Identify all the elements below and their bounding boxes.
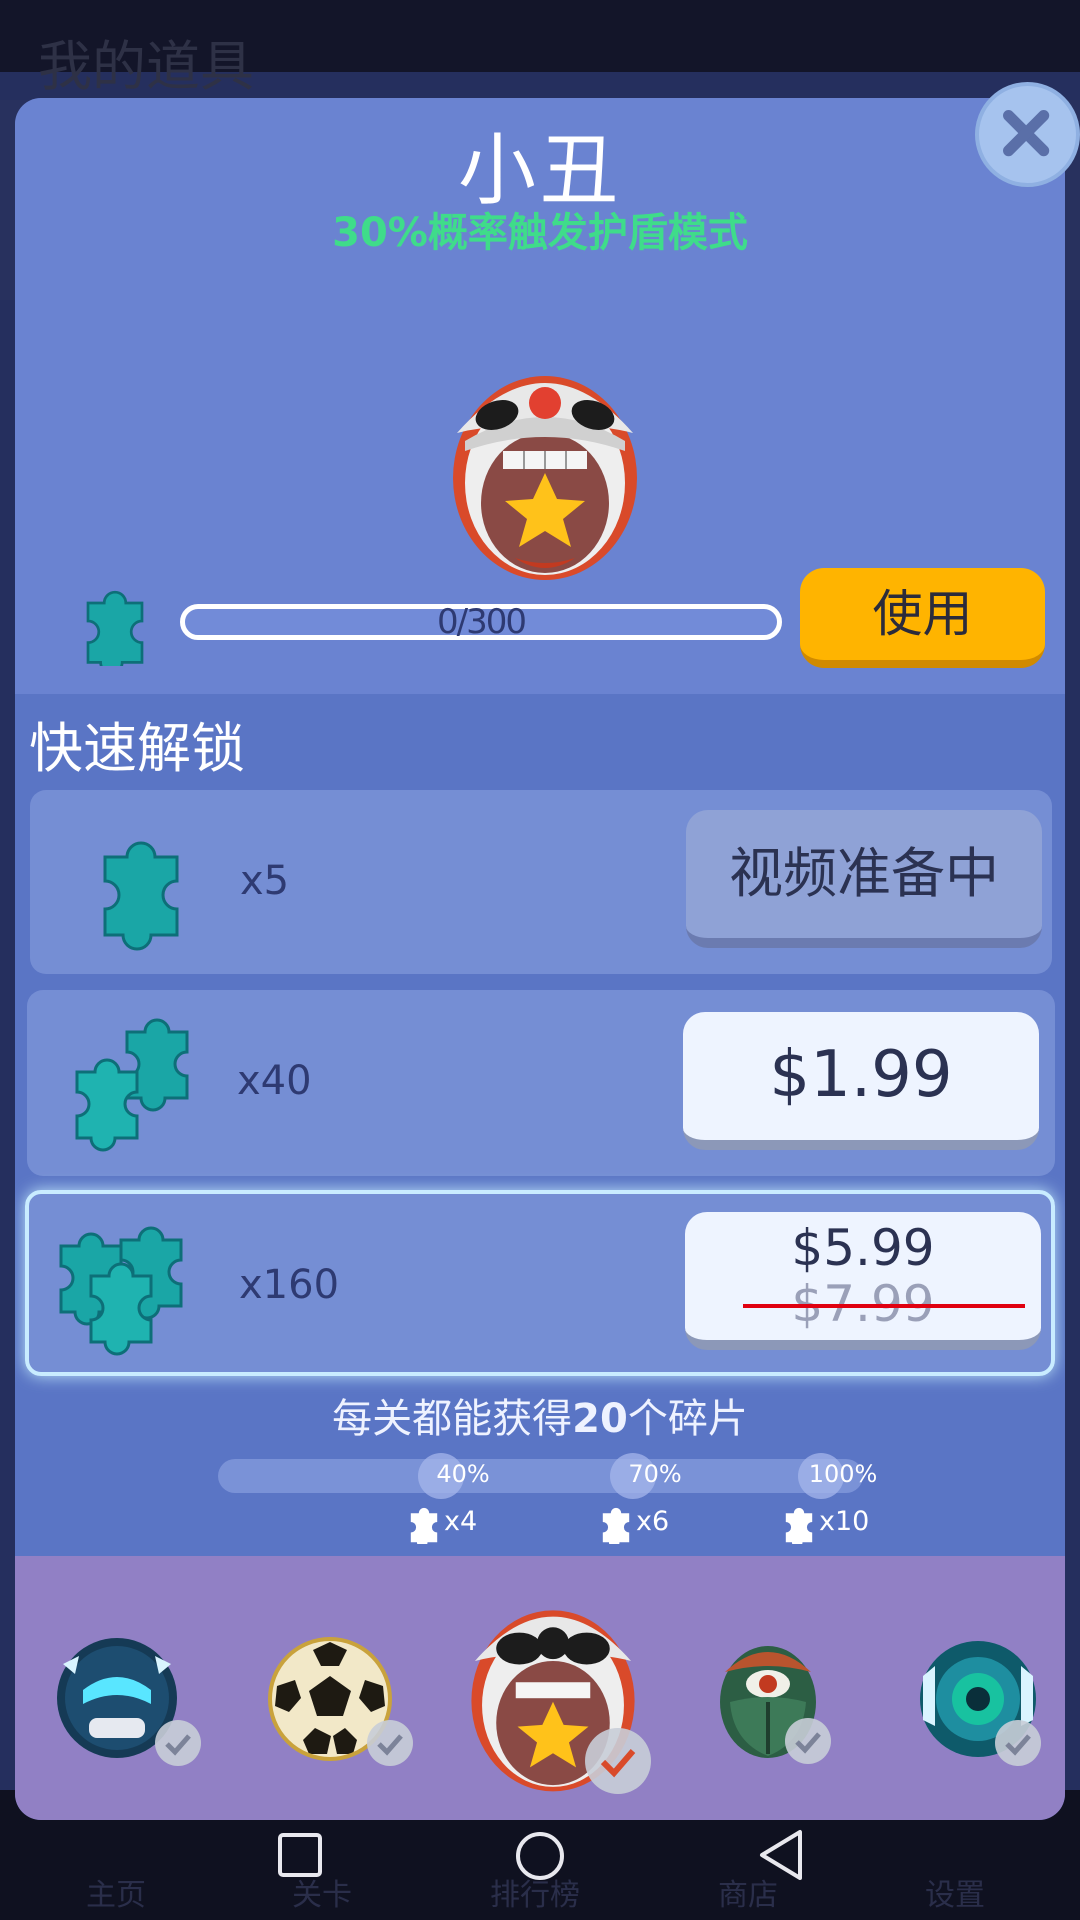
offer-quantity: x40 bbox=[237, 1058, 312, 1104]
sale-price: $5.99 bbox=[791, 1219, 935, 1277]
milestone-reward: x10 bbox=[777, 1500, 897, 1550]
clown-ball-preview bbox=[453, 376, 637, 580]
home-icon[interactable] bbox=[514, 1830, 566, 1882]
milestone-reward: x6 bbox=[594, 1500, 704, 1550]
puzzle-piece-icon bbox=[410, 1508, 438, 1544]
skin-soccer-ball[interactable] bbox=[267, 1636, 413, 1766]
bonus-count: 20 bbox=[572, 1396, 628, 1442]
selected-check-icon bbox=[585, 1728, 651, 1794]
skin-clown-ball-selected[interactable] bbox=[455, 1590, 651, 1794]
piece-progress-row: 0/300 使用 bbox=[70, 568, 1050, 678]
owned-check-icon bbox=[785, 1718, 831, 1764]
reward-quantity: x4 bbox=[444, 1506, 478, 1537]
owned-check-icon bbox=[995, 1720, 1041, 1766]
offer-quantity: x5 bbox=[240, 858, 290, 904]
close-icon bbox=[1003, 110, 1050, 157]
owned-check-icon bbox=[155, 1720, 201, 1766]
milestone-percent: 100% bbox=[808, 1460, 878, 1488]
offer-row-160: x160 $5.99 $7.99 bbox=[25, 1190, 1055, 1376]
reward-quantity: x6 bbox=[636, 1506, 670, 1537]
offer-row-40: x40 $1.99 bbox=[27, 990, 1055, 1176]
puzzle-piece-icon bbox=[86, 590, 144, 666]
skin-robot-ball[interactable] bbox=[53, 1634, 201, 1766]
puzzle-pieces-icon bbox=[75, 1018, 189, 1152]
close-button[interactable] bbox=[975, 82, 1080, 187]
bonus-text-suffix: 个碎片 bbox=[627, 1396, 748, 1442]
bonus-text-prefix: 每关都能获得 bbox=[332, 1396, 573, 1442]
offer-quantity: x160 bbox=[239, 1262, 340, 1308]
original-price: $7.99 bbox=[743, 1275, 1025, 1333]
buy-40-button[interactable]: $1.99 bbox=[683, 1012, 1039, 1150]
buy-160-button[interactable]: $5.99 $7.99 bbox=[685, 1212, 1041, 1350]
skin-scarab-ball[interactable] bbox=[705, 1632, 831, 1764]
milestone-percent: 40% bbox=[436, 1460, 490, 1488]
owned-check-icon bbox=[367, 1720, 413, 1766]
milestone-reward: x4 bbox=[402, 1500, 512, 1550]
skin-cyber-ball[interactable] bbox=[915, 1636, 1041, 1766]
quick-unlock-title: 快速解锁 bbox=[29, 717, 245, 780]
watch-video-button[interactable]: 视频准备中 bbox=[686, 810, 1042, 948]
skin-selector bbox=[15, 1556, 1065, 1820]
item-description: 30%概率触发护盾模式 bbox=[332, 210, 748, 256]
piece-progress-text: 0/300 bbox=[437, 602, 527, 642]
puzzle-pieces-icon bbox=[59, 1226, 183, 1356]
puzzle-piece-icon bbox=[103, 841, 179, 951]
recent-apps-icon[interactable] bbox=[277, 1832, 323, 1878]
bonus-description: 每关都能获得20个碎片 bbox=[15, 1386, 1065, 1444]
offer-row-5: x5 视频准备中 bbox=[30, 790, 1052, 974]
back-icon[interactable] bbox=[756, 1828, 806, 1882]
puzzle-piece-icon bbox=[785, 1508, 813, 1544]
milestone-percent: 70% bbox=[628, 1460, 682, 1488]
item-detail-popup: 小丑 30%概率触发护盾模式 0/300 使用 快速解锁 x5 视频准备中 x4… bbox=[15, 98, 1065, 1820]
puzzle-piece-icon bbox=[602, 1508, 630, 1544]
use-button[interactable]: 使用 bbox=[800, 568, 1045, 668]
reward-quantity: x10 bbox=[819, 1506, 870, 1537]
milestone-track bbox=[218, 1453, 863, 1499]
android-nav-bar bbox=[0, 1814, 1080, 1920]
